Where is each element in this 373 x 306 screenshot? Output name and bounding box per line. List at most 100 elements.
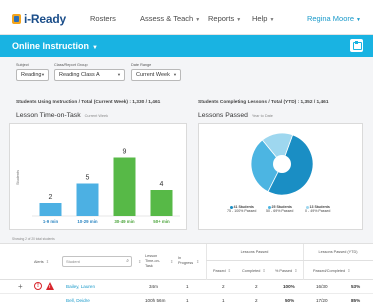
ytd-cell: 17/20 xyxy=(316,298,328,303)
class-label: Class/Report Group xyxy=(54,63,88,67)
passed-header[interactable]: Passed ⇕ xyxy=(213,268,231,273)
chevron-down-icon: ▼ xyxy=(356,17,361,23)
nav-assess-label: Assess & Teach xyxy=(140,14,194,23)
sort-icon: ⇕ xyxy=(262,268,266,273)
expand-icon[interactable]: + xyxy=(18,282,23,291)
student-name-link[interactable]: Bailey, Lauren xyxy=(66,284,95,289)
student-search-input[interactable]: Student ⌕ xyxy=(62,256,132,267)
user-name: Regina Moore xyxy=(306,14,355,23)
bar-30-49-min[interactable] xyxy=(113,157,136,217)
sort-icon: ⇕ xyxy=(138,259,142,264)
pct-passed-header-label: % Passed xyxy=(275,269,293,273)
chevron-down-icon: ▼ xyxy=(92,45,98,51)
bar-category-label: 1-9 min xyxy=(43,219,59,224)
subject-label: Subject xyxy=(16,63,29,67)
bar-1-9-min[interactable] xyxy=(39,203,62,216)
class-value: Reading Class A xyxy=(59,72,100,78)
nav-reports-label: Reports xyxy=(208,14,235,23)
in-progress-header[interactable]: In Progress xyxy=(178,256,194,266)
donut-hole xyxy=(273,155,291,173)
warning-icon[interactable]: ! xyxy=(46,282,54,290)
chevron-down-icon: ▼ xyxy=(117,72,121,77)
time-on-task-subtitle: Current Week xyxy=(84,114,108,118)
time-header[interactable]: Lesson Time-on-Task xyxy=(145,254,167,269)
nav-help-label: Help xyxy=(252,14,268,23)
sort-icon: ⇕ xyxy=(347,268,351,273)
in-progress-header-label: In Progress xyxy=(178,256,194,265)
passed-header-label: Passed xyxy=(213,269,226,273)
nav-help[interactable]: Help ▼ xyxy=(252,14,274,23)
time-cell: 100h 56m xyxy=(145,298,166,303)
date-select[interactable]: Current Week ▼ xyxy=(131,69,181,81)
legend-item-mid: 25 Students 50 - 69% Passed xyxy=(266,205,293,213)
page-title-dropdown[interactable]: Online Instruction ▼ xyxy=(12,41,98,51)
completed-header[interactable]: Completed ⇕ xyxy=(242,268,266,273)
sort-icon: ⇕ xyxy=(294,268,298,273)
top-nav: i-Ready Rosters Assess & Teach ▼ Reports ▼… xyxy=(0,0,373,35)
nav-assess-teach[interactable]: Assess & Teach ▼ xyxy=(140,14,200,23)
sort-student-header[interactable]: ⇕ xyxy=(136,259,141,264)
nav-rosters-label: Rosters xyxy=(90,14,116,23)
chevron-down-icon: ▼ xyxy=(269,17,275,23)
legend-range: 50 - 69% Passed xyxy=(266,209,294,213)
ytd-pct-cell: 85% xyxy=(351,298,361,303)
legend-item-low: 13 Students 0 - 49% Passed xyxy=(305,205,330,213)
ytd-group-header: Lessons Passed (YTD) xyxy=(318,250,358,254)
sort-icon: ⇕ xyxy=(196,259,200,264)
nav-rosters[interactable]: Rosters xyxy=(90,14,116,23)
bar-50-min[interactable] xyxy=(150,190,173,216)
pct-passed-header[interactable]: % Passed ⇕ xyxy=(275,268,297,273)
user-menu[interactable]: Regina Moore ▼ xyxy=(307,14,361,23)
table-row[interactable]: Bell, Deidre 100h 56m 1 1 2 50% 17/20 85… xyxy=(0,294,373,306)
in-progress-cell: 1 xyxy=(186,298,189,303)
bar-category-label: 30-49 min xyxy=(114,219,135,224)
logo-icon xyxy=(12,14,21,24)
sort-icon: ⇕ xyxy=(45,259,50,264)
print-button[interactable] xyxy=(350,39,363,52)
pct-passed-cell: 100% xyxy=(283,284,295,289)
time-on-task-chart: Students 2 1-9 min 5 10-29 min 9 30-49 min 4 50… xyxy=(16,149,180,224)
chevron-down-icon: ▼ xyxy=(41,72,45,77)
search-icon: ⌕ xyxy=(126,258,129,264)
passed-completed-header[interactable]: Passed/Completed ⇕ xyxy=(313,268,350,273)
class-select[interactable]: Reading Class A ▼ xyxy=(54,69,125,81)
group-divider xyxy=(206,260,303,261)
search-placeholder: Student xyxy=(66,259,80,264)
passed-completed-header-label: Passed/Completed xyxy=(313,269,346,273)
logo-text: i-Ready xyxy=(24,12,66,26)
table-header: Alerts ⇕ Student ⌕ ⇕ Lesson Time-on-Task ⇕… xyxy=(0,243,373,281)
time-on-task-title-text: Lesson Time-on-Task xyxy=(16,112,81,119)
ytd-cell: 16/30 xyxy=(316,284,328,289)
time-sort[interactable]: ⇕ xyxy=(168,259,173,264)
ytd-pct-cell: 53% xyxy=(351,284,361,289)
lessons-passed-title-text: Lessons Passed xyxy=(198,112,248,119)
lessons-passed-group-header: Lessons Passed xyxy=(240,250,269,254)
sort-icon: ⇕ xyxy=(227,268,232,273)
completed-cell: 2 xyxy=(255,284,258,289)
subject-select[interactable]: Reading ▼ xyxy=(16,69,49,81)
alerts-header[interactable]: Alerts ⇕ xyxy=(34,259,49,264)
date-label: Date Range xyxy=(131,63,152,67)
lessons-passed-panel: 41 Students 75 - 100% Passed 25 Students… xyxy=(198,123,363,230)
chevron-down-icon: ▼ xyxy=(236,17,242,23)
time-on-task-title: Lesson Time-on-Task Current Week xyxy=(16,112,108,119)
bar-value-label: 2 xyxy=(49,194,53,201)
student-name-link[interactable]: Bell, Deidre xyxy=(66,298,90,303)
passed-cell: 1 xyxy=(222,298,225,303)
lessons-passed-subtitle: Year to Date xyxy=(251,114,273,118)
chevron-down-icon: ▼ xyxy=(173,72,177,77)
completed-header-label: Completed xyxy=(242,269,261,273)
alert-circle-icon[interactable]: ! xyxy=(34,282,42,290)
bar-10-29-min[interactable] xyxy=(76,183,99,217)
sort-icon: ⇕ xyxy=(170,259,174,264)
in-progress-sort[interactable]: ⇕ xyxy=(194,259,199,264)
legend-range: 0 - 49% Passed xyxy=(305,209,331,213)
iready-logo[interactable]: i-Ready xyxy=(12,12,66,26)
time-header-label: Lesson Time-on-Task xyxy=(145,254,161,268)
showing-count: Showing 2 of 20 total students xyxy=(12,237,55,241)
table-row[interactable]: + ! ! Bailey, Lauren 34m 1 2 2 100% 16/3… xyxy=(0,280,373,294)
nav-reports[interactable]: Reports ▼ xyxy=(208,14,241,23)
passed-cell: 2 xyxy=(222,284,225,289)
bar-value-label: 9 xyxy=(123,149,127,156)
page-title: Online Instruction xyxy=(12,41,90,51)
